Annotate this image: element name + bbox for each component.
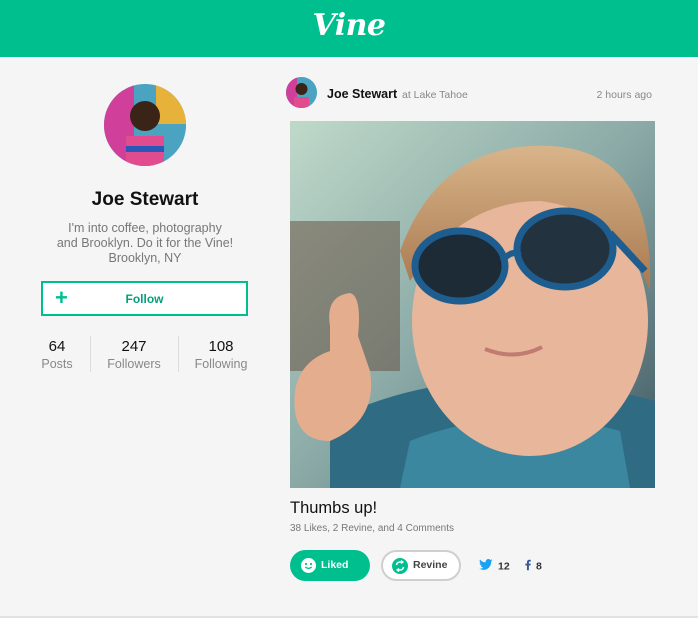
stat-divider [90,336,91,372]
twitter-icon [479,559,493,574]
profile-name: Joe Stewart [91,189,199,210]
stat-label: Followers [107,357,161,371]
twitter-share[interactable]: 12 [479,559,510,574]
top-bar: Vine [0,0,698,57]
post-video-thumbnail[interactable] [290,121,655,488]
facebook-icon [525,559,531,574]
bio-line: I'm into coffee, photography [68,221,222,235]
smile-icon [301,558,316,573]
liked-button[interactable]: Liked [290,550,370,581]
facebook-share[interactable]: 8 [525,559,542,574]
stat-posts[interactable]: 64 Posts [22,338,92,372]
stat-followers[interactable]: 247 Followers [99,338,169,372]
liked-label: Liked [321,559,349,571]
bio-line: and Brooklyn. Do it for the Vine! [56,236,234,250]
profile-bio: I'm into coffee, photography and Brookly… [0,221,290,266]
facebook-count: 8 [536,560,542,573]
stat-value: 108 [208,338,234,355]
post-photo [290,121,655,488]
stat-value: 64 [48,338,66,355]
stat-divider [178,336,179,372]
revine-button[interactable]: Revine [381,550,461,581]
stat-label: Following [194,357,248,371]
stat-label: Posts [41,357,73,371]
vine-logo[interactable]: Vine [0,8,698,43]
post-author-avatar[interactable] [286,77,317,108]
post-location[interactable]: at Lake Tahoe [402,89,468,101]
post-author-avatar-image [286,77,317,108]
profile-avatar-image [104,84,186,166]
twitter-count: 12 [498,560,510,573]
stat-following[interactable]: 108 Following [186,338,256,372]
revine-label: Revine [413,559,448,571]
post-author-name[interactable]: Joe Stewart [327,87,397,101]
follow-label: Follow [125,292,164,306]
revine-icon [392,558,408,574]
follow-button[interactable]: + Follow [41,281,248,316]
post-engagement-summary[interactable]: 38 Likes, 2 Revine, and 4 Comments [290,523,454,534]
stat-value: 247 [121,338,147,355]
bio-location: Brooklyn, NY [108,251,182,265]
post-timestamp: 2 hours ago [596,89,652,101]
post-title: Thumbs up! [290,499,378,517]
profile-avatar[interactable] [104,84,186,166]
